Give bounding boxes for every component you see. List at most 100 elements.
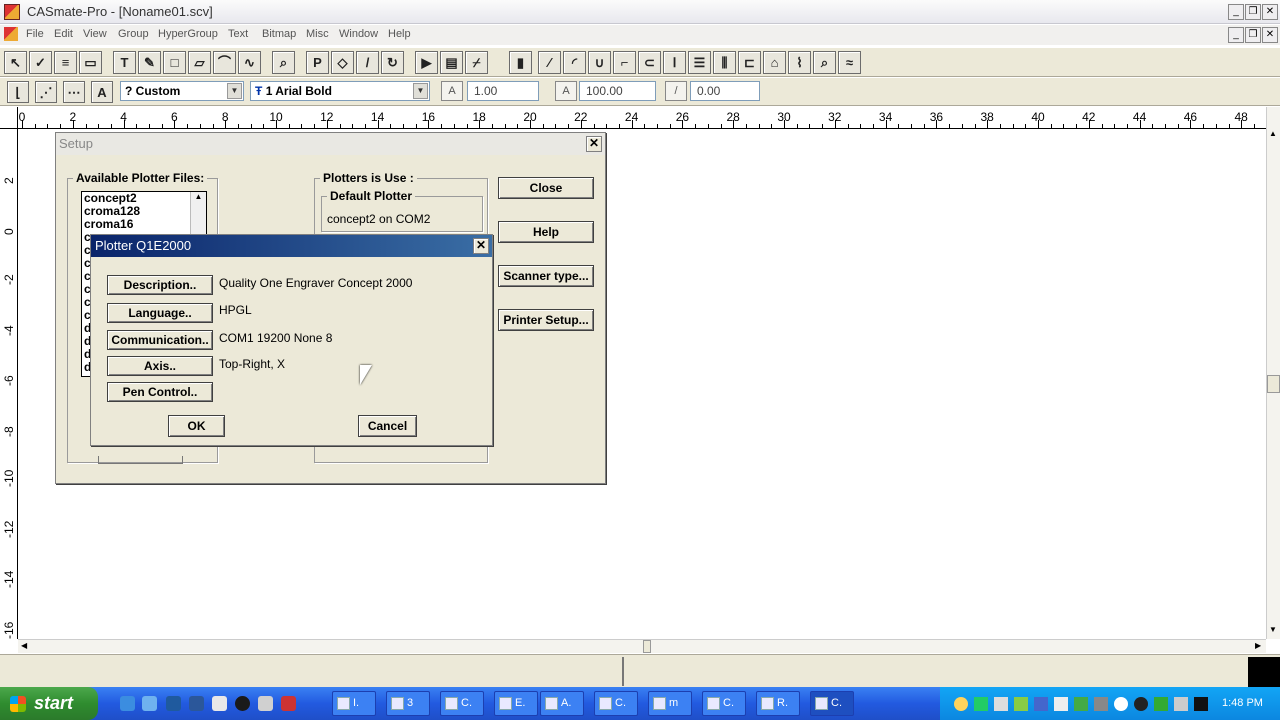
- menu-misc[interactable]: Misc: [306, 28, 329, 40]
- node-tool-icon[interactable]: ◇: [331, 51, 354, 74]
- doc-minimize-button[interactable]: _: [1228, 27, 1244, 43]
- tray-icon[interactable]: [1194, 697, 1208, 711]
- printer-setup-button[interactable]: Printer Setup...: [498, 309, 594, 331]
- taskbar-item[interactable]: C.: [810, 691, 854, 716]
- size-field[interactable]: 100.00: [579, 81, 656, 101]
- knife-tool-icon[interactable]: /: [356, 51, 379, 74]
- taskbar-item[interactable]: E.: [494, 691, 538, 716]
- doc-close-button[interactable]: ✕: [1262, 27, 1278, 43]
- taskbar-item[interactable]: 3: [386, 691, 430, 716]
- utility-quicklaunch-icon[interactable]: [258, 696, 273, 711]
- casmate-quicklaunch-icon[interactable]: [281, 696, 296, 711]
- minimize-button[interactable]: _: [1228, 4, 1244, 20]
- setup-help-button[interactable]: Help: [498, 221, 594, 243]
- pen-tool-icon[interactable]: ✎: [138, 51, 161, 74]
- distribute-icon[interactable]: ☰: [688, 51, 711, 74]
- arrow-tool-icon[interactable]: ▶: [415, 51, 438, 74]
- menu-text[interactable]: Text: [228, 28, 248, 40]
- line-draw-icon[interactable]: ⁄: [538, 51, 561, 74]
- tray-icon[interactable]: [1074, 697, 1088, 711]
- curve-tool-icon[interactable]: ⌒: [213, 51, 236, 74]
- language-button[interactable]: Language..: [107, 303, 213, 323]
- kern-icon[interactable]: ⋰: [35, 81, 57, 103]
- hatch-tool-icon[interactable]: ▭: [79, 51, 102, 74]
- font-combo[interactable]: Ŧ 1 Arial Bold ▼: [250, 81, 430, 101]
- taskbar-item[interactable]: C.: [594, 691, 638, 716]
- taskbar-item[interactable]: C.: [440, 691, 484, 716]
- align-left-icon[interactable]: ⌊: [7, 81, 29, 103]
- setup-close-icon[interactable]: ✕: [586, 136, 602, 152]
- start-button[interactable]: start: [0, 687, 98, 720]
- menu-bitmap[interactable]: Bitmap: [262, 28, 296, 40]
- taskbar-item[interactable]: m: [648, 691, 692, 716]
- zoom-tool-icon[interactable]: ⌕: [272, 51, 295, 74]
- ok-tool-icon[interactable]: ✓: [29, 51, 52, 74]
- menu-view[interactable]: View: [83, 28, 107, 40]
- doc-icon[interactable]: [4, 27, 18, 41]
- tray-icon[interactable]: [994, 697, 1008, 711]
- tray-icon[interactable]: [1134, 697, 1148, 711]
- scale-field[interactable]: 1.00: [467, 81, 539, 101]
- style-combo[interactable]: ? Custom ▼: [120, 81, 244, 101]
- tray-icon[interactable]: [1114, 697, 1128, 711]
- plotter-close-icon[interactable]: ✕: [473, 238, 489, 254]
- media-quicklaunch-icon[interactable]: [235, 696, 250, 711]
- menu-edit[interactable]: Edit: [54, 28, 73, 40]
- vertical-scroll-thumb[interactable]: [1267, 375, 1280, 393]
- shadow-icon[interactable]: ⌂: [763, 51, 786, 74]
- menu-window[interactable]: Window: [339, 28, 378, 40]
- text-tool-icon[interactable]: T: [113, 51, 136, 74]
- arc-draw-icon[interactable]: ◜: [563, 51, 586, 74]
- horizontal-scroll-thumb[interactable]: [643, 640, 651, 653]
- weed-tool-icon[interactable]: ⌿: [465, 51, 488, 74]
- tray-icon[interactable]: [1154, 697, 1168, 711]
- menu-help[interactable]: Help: [388, 28, 411, 40]
- taskbar-item[interactable]: C.: [702, 691, 746, 716]
- tray-icon[interactable]: [1094, 697, 1108, 711]
- ok-button[interactable]: OK: [168, 415, 225, 437]
- trace-icon[interactable]: ≈: [838, 51, 861, 74]
- font-style-icon[interactable]: A: [91, 81, 113, 103]
- weld-icon[interactable]: ⊂: [638, 51, 661, 74]
- list-scroll-up-icon[interactable]: ▲: [191, 192, 206, 201]
- list-item[interactable]: croma16: [82, 218, 206, 231]
- arc-tool-icon[interactable]: ∿: [238, 51, 261, 74]
- contour-icon[interactable]: ⊏: [738, 51, 761, 74]
- tray-icon[interactable]: [1034, 697, 1048, 711]
- tray-icon[interactable]: [954, 697, 968, 711]
- lines-tool-icon[interactable]: ≡: [54, 51, 77, 74]
- desktop-quicklaunch-icon[interactable]: [212, 696, 227, 711]
- rectangle-tool-icon[interactable]: □: [163, 51, 186, 74]
- clock[interactable]: 1:48 PM: [1222, 697, 1263, 709]
- chevron-down-icon[interactable]: ▼: [413, 83, 428, 99]
- slant-field[interactable]: 0.00: [690, 81, 760, 101]
- app-quicklaunch-icon[interactable]: [166, 696, 181, 711]
- taskbar-item[interactable]: A.: [540, 691, 584, 716]
- close-button[interactable]: ✕: [1262, 4, 1278, 20]
- tray-icon[interactable]: [1014, 697, 1028, 711]
- paragraph-tool-icon[interactable]: P: [306, 51, 329, 74]
- tray-icon[interactable]: [974, 697, 988, 711]
- scroll-up-icon[interactable]: ▲: [1269, 129, 1277, 138]
- chevron-down-icon[interactable]: ▼: [227, 83, 242, 99]
- fill-tool-icon[interactable]: ▱: [188, 51, 211, 74]
- menu-hypergroup[interactable]: HyperGroup: [158, 28, 218, 40]
- app-icon[interactable]: [4, 4, 20, 20]
- menu-group[interactable]: Group: [118, 28, 149, 40]
- bezier-icon[interactable]: ∪: [588, 51, 611, 74]
- align-icon[interactable]: ⫼: [713, 51, 736, 74]
- scroll-down-icon[interactable]: ▼: [1269, 625, 1277, 634]
- restore-button[interactable]: ❐: [1245, 4, 1261, 20]
- ie-quicklaunch-icon[interactable]: [120, 696, 135, 711]
- vertical-scrollbar[interactable]: ▲ ▼: [1266, 107, 1280, 639]
- setup-close-button[interactable]: Close: [498, 177, 594, 199]
- horizontal-scrollbar[interactable]: ◀ ▶: [18, 639, 1266, 653]
- explorer-quicklaunch-icon[interactable]: [142, 696, 157, 711]
- scanner-type-button[interactable]: Scanner type...: [498, 265, 594, 287]
- doc-restore-button[interactable]: ❐: [1245, 27, 1261, 43]
- spacing-icon[interactable]: ⋯: [63, 81, 85, 103]
- text-fit-icon[interactable]: Ⅰ: [663, 51, 686, 74]
- tray-icon[interactable]: [1054, 697, 1068, 711]
- cancel-button[interactable]: Cancel: [358, 415, 417, 437]
- menu-file[interactable]: File: [26, 28, 44, 40]
